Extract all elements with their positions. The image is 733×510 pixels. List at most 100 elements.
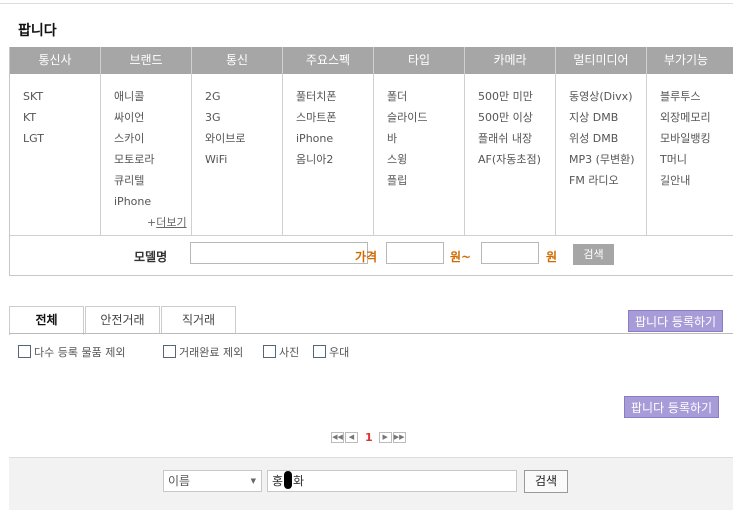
filter-option[interactable]: KT: [23, 107, 100, 128]
price-max-unit: 원: [546, 250, 558, 264]
filter-option[interactable]: 큐리텔: [114, 170, 191, 191]
tab-all[interactable]: 전체: [9, 306, 84, 335]
column-header: 멀티미디어: [573, 53, 629, 67]
filter-option[interactable]: 동영상(Divx): [569, 86, 646, 107]
price-max-input[interactable]: [481, 242, 539, 264]
model-input[interactable]: [190, 242, 368, 264]
filter-option[interactable]: 스마트폰: [296, 107, 373, 128]
filter-option[interactable]: 길안내: [660, 170, 733, 191]
column-header: 타입: [407, 53, 431, 67]
checkbox-box: [163, 345, 176, 358]
model-price-row: 모델명 가격 원~ 원 검색: [10, 236, 733, 275]
checkbox-box: [263, 345, 276, 358]
register-button-top[interactable]: 팝니다 등록하기: [628, 310, 724, 332]
search-text-before: 홍: [272, 474, 284, 488]
more-prefix: +: [147, 216, 157, 229]
filter-search-button[interactable]: 검색: [573, 244, 614, 265]
filter-option[interactable]: 외장메모리: [660, 107, 733, 128]
filter-option[interactable]: T머니: [660, 149, 733, 170]
checkbox-label: 다수 등록 물품 제외: [34, 346, 126, 359]
filter-column-type: 타입 폴더 슬라이드 바 스윙 플립: [374, 47, 465, 235]
redaction-mark: [284, 471, 293, 489]
filter-option[interactable]: 싸이언: [114, 107, 191, 128]
tab-safe-trade[interactable]: 안전거래: [85, 306, 160, 333]
filter-option[interactable]: 3G: [205, 107, 282, 128]
first-page-icon[interactable]: ◀◀: [331, 432, 344, 443]
last-page-icon[interactable]: ▶▶: [392, 432, 406, 443]
filter-option[interactable]: 모바일뱅킹: [660, 128, 733, 149]
filter-option[interactable]: iPhone: [114, 191, 191, 212]
filter-panel: 통신사 SKT KT LGT 브랜드 애니콜 싸이언 스카이 모토로라 큐리텔 …: [9, 47, 733, 276]
filter-option[interactable]: 위성 DMB: [569, 128, 646, 149]
filter-option[interactable]: 풀터치폰: [296, 86, 373, 107]
filter-option[interactable]: 플래쉬 내장: [478, 128, 555, 149]
current-page[interactable]: 1: [365, 431, 373, 444]
filter-option[interactable]: 스카이: [114, 128, 191, 149]
filter-option[interactable]: 와이브로: [205, 128, 282, 149]
filter-column-brand: 브랜드 애니콜 싸이언 스카이 모토로라 큐리텔 iPhone +더보기: [101, 47, 192, 235]
search-text-after: 화: [293, 474, 305, 488]
column-header: 통신: [225, 53, 249, 67]
filter-option[interactable]: 애니콜: [114, 86, 191, 107]
filter-column-network: 통신 2G 3G 와이브로 WiFi: [192, 47, 283, 235]
filter-option[interactable]: 500만 미만: [478, 86, 555, 107]
tab-underline: [9, 333, 733, 334]
checkbox-label: 사진: [279, 346, 300, 359]
column-header: 카메라: [493, 53, 527, 67]
filter-option[interactable]: 슬라이드: [387, 107, 464, 128]
filter-option[interactable]: 500만 이상: [478, 107, 555, 128]
column-header: 통신사: [38, 53, 72, 67]
filter-option[interactable]: 지상 DMB: [569, 107, 646, 128]
price-label: 가격: [355, 250, 378, 264]
prev-page-icon[interactable]: ◀: [345, 432, 358, 443]
checkbox-exclude-completed[interactable]: 거래완료 제외: [163, 344, 243, 360]
filter-column-spec: 주요스펙 풀터치폰 스마트폰 iPhone 옴니아2: [283, 47, 374, 235]
checkbox-preferred[interactable]: 우대: [313, 344, 349, 360]
filter-option[interactable]: 블루투스: [660, 86, 733, 107]
select-value: 이름: [168, 474, 191, 488]
filter-column-multimedia: 멀티미디어 동영상(Divx) 지상 DMB 위성 DMB MP3 (무변환) …: [556, 47, 647, 235]
search-bar: 이름 ▼ 홍화 검색: [9, 457, 733, 510]
filter-option[interactable]: iPhone: [296, 128, 373, 149]
price-min-unit: 원~: [450, 250, 472, 264]
filter-option[interactable]: 플립: [387, 170, 464, 191]
search-field-select[interactable]: 이름 ▼: [163, 470, 262, 492]
model-label: 모델명: [134, 250, 168, 264]
checkbox-photo[interactable]: 사진: [263, 344, 299, 360]
tab-bar: 전체 안전거래 직거래: [9, 306, 733, 335]
filter-option[interactable]: WiFi: [205, 149, 282, 170]
filter-column-extras: 부가기능 블루투스 외장메모리 모바일뱅킹 T머니 길안내: [647, 47, 733, 235]
top-border: [0, 0, 733, 4]
filter-column-carrier: 통신사 SKT KT LGT: [10, 47, 101, 235]
filter-option[interactable]: SKT: [23, 86, 100, 107]
filter-option[interactable]: MP3 (무변환): [569, 149, 646, 170]
checkbox-exclude-multi[interactable]: 다수 등록 물품 제외: [18, 344, 125, 360]
search-input[interactable]: 홍화: [267, 470, 517, 492]
filter-option[interactable]: 바: [387, 128, 464, 149]
checkbox-label: 우대: [329, 346, 350, 359]
filter-option[interactable]: LGT: [23, 128, 100, 149]
checkbox-label: 거래완료 제외: [179, 346, 244, 359]
chevron-down-icon: ▼: [250, 477, 256, 485]
page-title: 팝니다: [18, 23, 57, 39]
filter-option[interactable]: 2G: [205, 86, 282, 107]
pagination: ◀◀ ◀ 1 ▶ ▶▶: [331, 431, 407, 444]
price-min-input[interactable]: [386, 242, 444, 264]
filter-option[interactable]: FM 라디오: [569, 170, 646, 191]
next-page-icon[interactable]: ▶: [378, 432, 392, 443]
register-button-bottom[interactable]: 팝니다 등록하기: [624, 396, 720, 418]
filter-column-camera: 카메라 500만 미만 500만 이상 플래쉬 내장 AF(자동초점): [465, 47, 556, 235]
tab-direct-trade[interactable]: 직거래: [161, 306, 236, 333]
filter-option[interactable]: 모토로라: [114, 149, 191, 170]
filter-option[interactable]: 옴니아2: [296, 149, 373, 170]
more-label: 더보기: [156, 216, 187, 229]
column-header: 브랜드: [129, 53, 163, 67]
column-header: 부가기능: [663, 53, 709, 67]
filter-option[interactable]: 폴더: [387, 86, 464, 107]
search-button[interactable]: 검색: [524, 470, 568, 493]
filter-option[interactable]: AF(자동초점): [478, 149, 555, 170]
column-header: 주요스펙: [305, 53, 351, 67]
more-link[interactable]: +더보기: [147, 214, 187, 230]
checkbox-box: [313, 345, 326, 358]
filter-option[interactable]: 스윙: [387, 149, 464, 170]
